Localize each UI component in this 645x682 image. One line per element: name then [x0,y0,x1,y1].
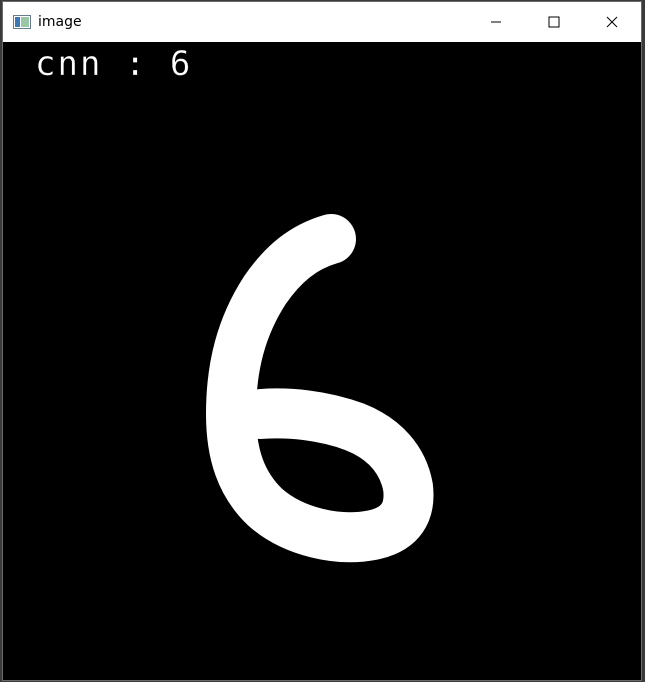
title-bar[interactable]: image [3,2,641,42]
image-window: image cnn : 6 [2,1,642,681]
prediction-label: cnn : 6 [35,44,193,84]
close-icon [606,16,618,28]
maximize-button[interactable] [525,2,583,42]
minimize-button[interactable] [467,2,525,42]
window-controls [467,2,641,42]
maximize-icon [548,16,560,28]
drawing-canvas[interactable]: cnn : 6 [3,42,641,680]
window-title: image [38,14,82,30]
handwritten-digit-stroke [206,214,434,563]
close-button[interactable] [583,2,641,42]
minimize-icon [491,21,501,23]
app-window-icon [13,15,31,29]
